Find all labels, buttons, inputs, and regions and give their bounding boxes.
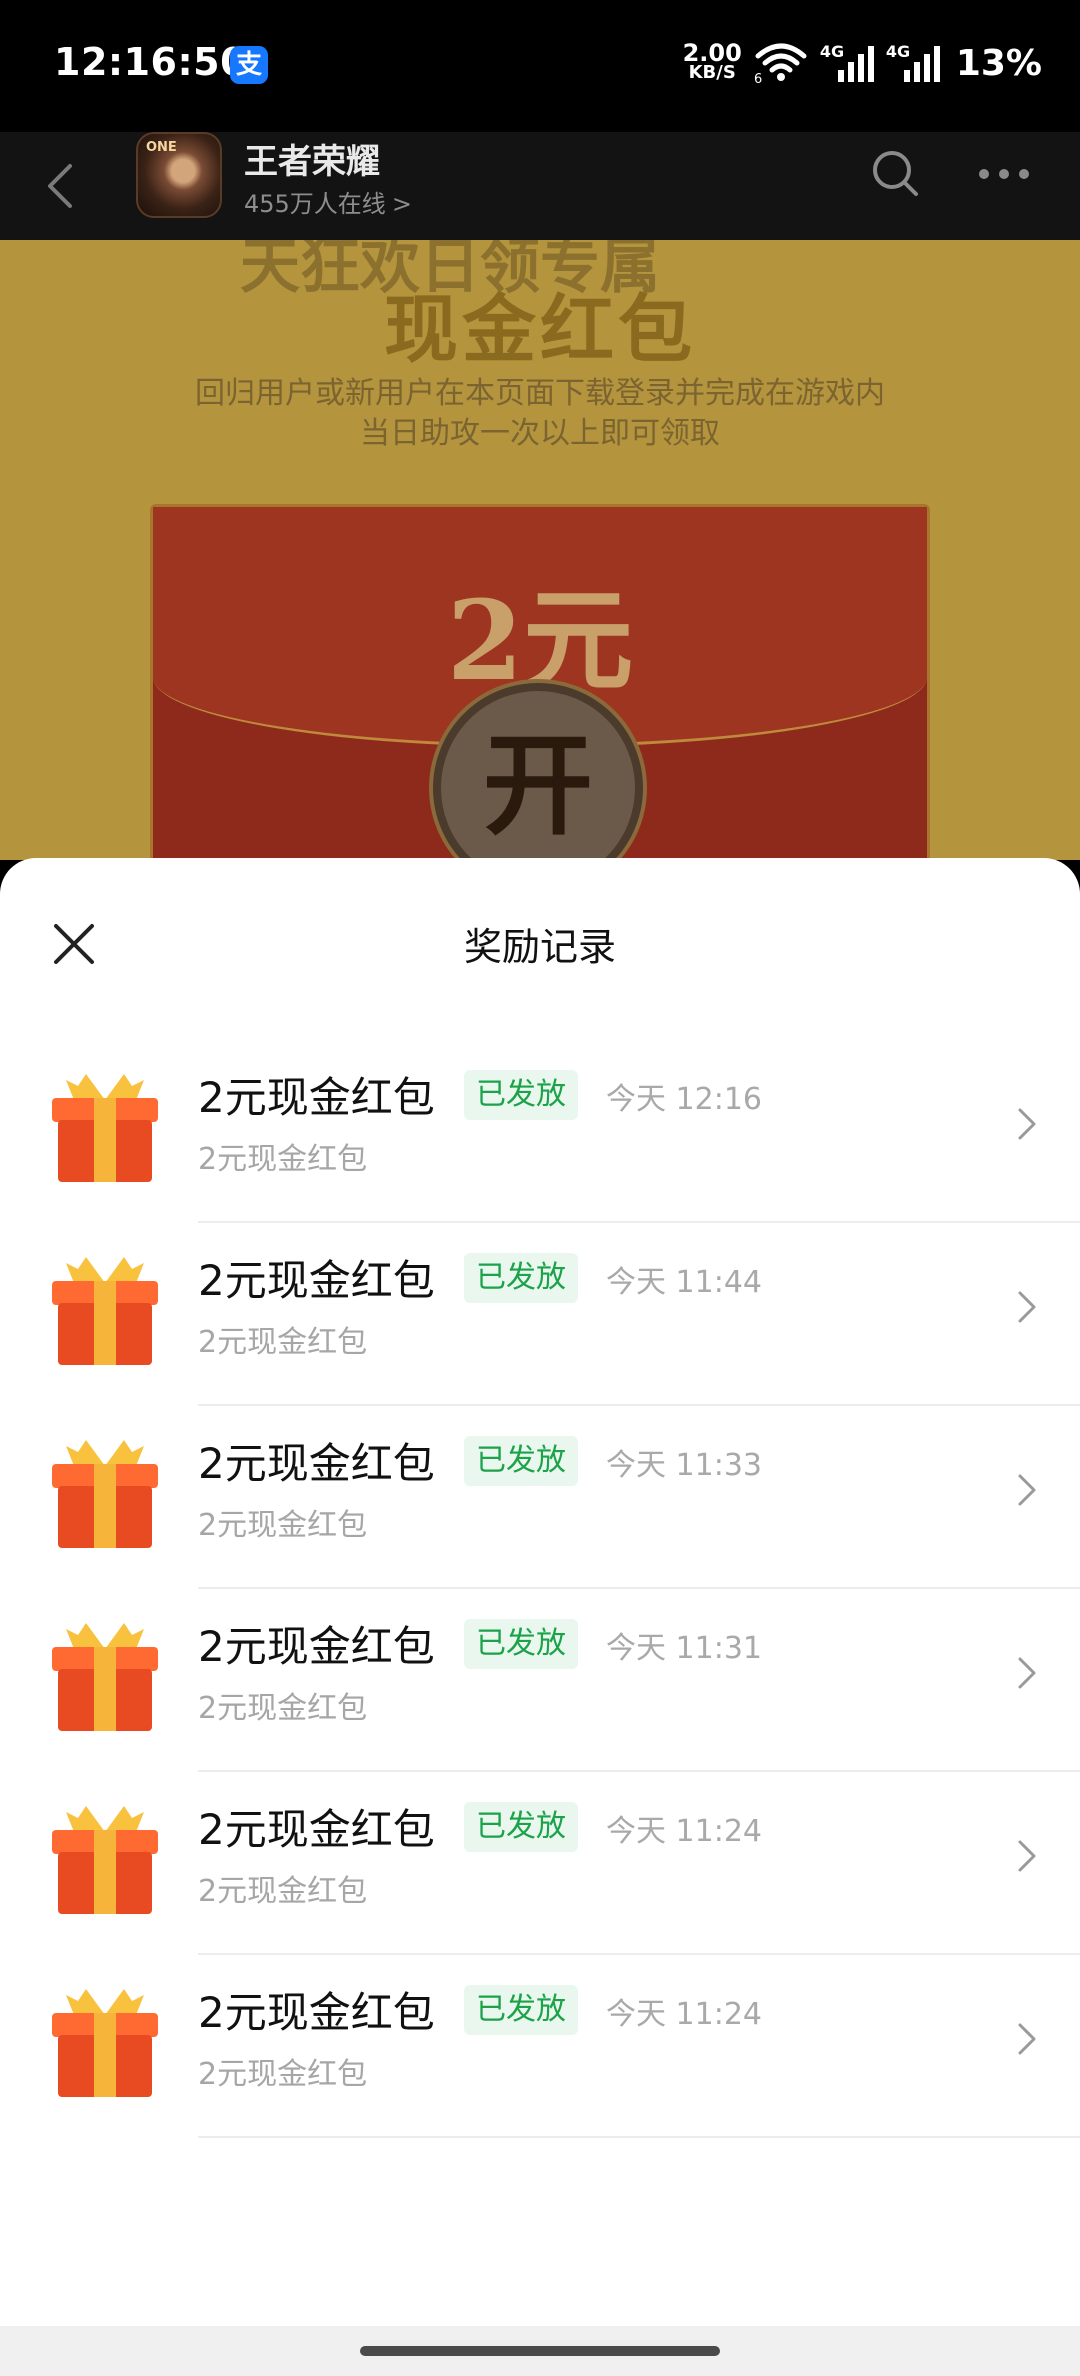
gift-icon: [52, 1989, 158, 2097]
chevron-left-icon[interactable]: [40, 152, 80, 218]
record-subtitle: 2元现金红包: [198, 1142, 368, 1177]
signal-sim1-icon: 4G: [820, 42, 876, 84]
svg-text:6: 6: [754, 72, 762, 84]
chevron-right-icon: [1018, 1474, 1036, 1506]
record-subtitle: 2元现金红包: [198, 1325, 368, 1360]
game-logo[interactable]: ONE: [136, 132, 222, 218]
sheet-title: 奖励记录: [463, 925, 616, 969]
chevron-right-icon: [1018, 1840, 1036, 1872]
app-header: ONE 王者荣耀 455万人在线 >: [0, 132, 1080, 240]
page-title: 王者荣耀: [244, 142, 380, 182]
red-envelope: 2元 开: [150, 504, 930, 860]
gift-icon: [52, 1440, 158, 1548]
record-item[interactable]: 2元现金红包 已发放 今天 11:44 2元现金红包: [0, 1223, 1080, 1406]
network-speed: 2.00 KB/S: [682, 39, 742, 83]
gift-icon: [52, 1074, 158, 1182]
record-title: 2元现金红包: [198, 1988, 435, 2037]
more-icon[interactable]: [976, 162, 1032, 186]
status-badge: 已发放: [464, 1070, 578, 1120]
status-badge: 已发放: [464, 1802, 578, 1852]
status-badge: 已发放: [464, 1436, 578, 1486]
record-title: 2元现金红包: [198, 1805, 435, 1854]
record-time: 今天 12:16: [606, 1082, 762, 1117]
alipay-notification-icon: 支: [230, 46, 268, 84]
clock: 12:16:50: [54, 40, 248, 84]
online-count-link[interactable]: 455万人在线 >: [244, 184, 412, 219]
chevron-right-icon: [1018, 1291, 1036, 1323]
gift-icon: [52, 1806, 158, 1914]
home-indicator[interactable]: [360, 2346, 720, 2356]
system-nav-bar: [0, 2326, 1080, 2376]
record-time: 今天 11:24: [606, 1997, 762, 2032]
record-subtitle: 2元现金红包: [198, 2057, 368, 2092]
record-list: 2元现金红包 已发放 今天 12:16 2元现金红包 2元现金红包 已发放 今天…: [0, 1040, 1080, 2138]
chevron-right-icon: [1018, 1657, 1036, 1689]
promo-title: 现金红包: [384, 287, 696, 373]
gift-icon: [52, 1623, 158, 1731]
record-title: 2元现金红包: [198, 1073, 435, 1122]
record-item[interactable]: 2元现金红包 已发放 今天 12:16 2元现金红包: [0, 1040, 1080, 1223]
record-title: 2元现金红包: [198, 1256, 435, 1305]
status-bar: 12:16:50 支 2.00 KB/S 6 4G 4G 13%: [0, 0, 1080, 132]
battery-level: 13%: [955, 42, 1042, 84]
record-title: 2元现金红包: [198, 1622, 435, 1671]
divider: [198, 2136, 1080, 2138]
record-subtitle: 2元现金红包: [198, 1508, 368, 1543]
record-time: 今天 11:31: [606, 1631, 762, 1666]
record-time: 今天 11:33: [606, 1448, 762, 1483]
promo-description: 回归用户或新用户在本页面下载登录并完成在游戏内 当日助攻一次以上即可领取: [195, 376, 885, 451]
gift-icon: [52, 1257, 158, 1365]
status-badge: 已发放: [464, 1985, 578, 2035]
signal-sim2-icon: 4G: [886, 42, 942, 84]
reward-records-sheet: 奖励记录 2元现金红包 已发放 今天 12:16 2元现金红包 2元现金红包 已…: [0, 858, 1080, 2376]
status-badge: 已发放: [464, 1253, 578, 1303]
record-subtitle: 2元现金红包: [198, 1874, 368, 1909]
record-item[interactable]: 2元现金红包 已发放 今天 11:33 2元现金红包: [0, 1406, 1080, 1589]
record-time: 今天 11:44: [606, 1265, 762, 1300]
wifi-icon: 6: [754, 43, 807, 84]
record-time: 今天 11:24: [606, 1814, 762, 1849]
record-subtitle: 2元现金红包: [198, 1691, 368, 1726]
background-page: 天狂欢日领专属 现金红包 回归用户或新用户在本页面下载登录并完成在游戏内 当日助…: [0, 240, 1080, 860]
record-item[interactable]: 2元现金红包 已发放 今天 11:24 2元现金红包: [0, 1772, 1080, 1955]
record-item[interactable]: 2元现金红包 已发放 今天 11:24 2元现金红包: [0, 1955, 1080, 2138]
record-item[interactable]: 2元现金红包 已发放 今天 11:31 2元现金红包: [0, 1589, 1080, 1772]
chevron-right-icon: [1018, 2023, 1036, 2055]
chevron-right-icon: [1018, 1108, 1036, 1140]
search-icon[interactable]: [868, 146, 922, 200]
record-title: 2元现金红包: [198, 1439, 435, 1488]
status-badge: 已发放: [464, 1619, 578, 1669]
